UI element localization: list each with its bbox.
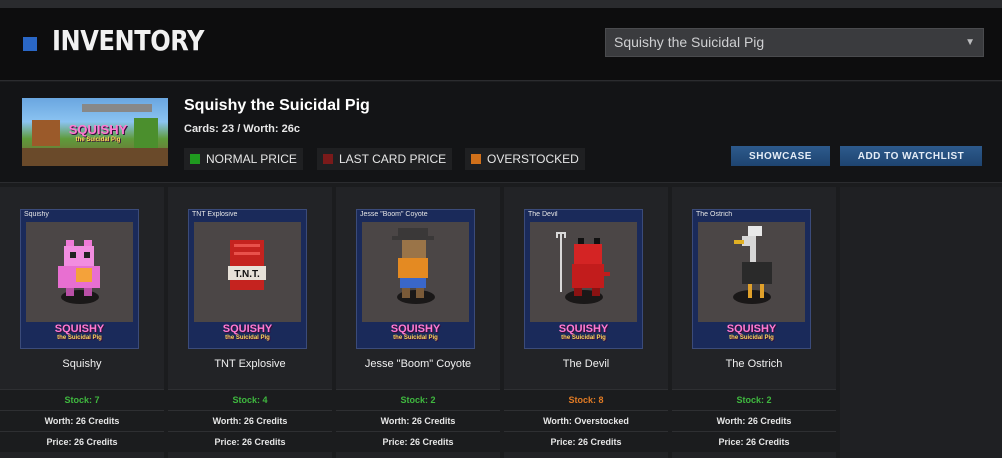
red-swatch-icon [323, 154, 333, 164]
card-the-devil[interactable]: The Devil SQUISHY the Suicidal Pig The D… [504, 187, 668, 458]
card-stock: Stock: 2 [336, 389, 500, 410]
card-art: The Devil SQUISHY the Suicidal Pig [524, 209, 643, 349]
card-the-ostrich[interactable]: The Ostrich SQUISHY the Suicidal Pig The … [672, 187, 836, 458]
legend-normal-price: NORMAL PRICE [184, 148, 303, 170]
card-art: Jesse "Boom" Coyote SQUISHY the Suicidal … [356, 209, 475, 349]
card-price: Price: 26 Credits [168, 431, 332, 452]
card-stock: Stock: 4 [168, 389, 332, 410]
page-title: INVENTORY [52, 24, 205, 57]
card-tnt-explosive[interactable]: TNT Explosive T.N.T. SQUISHY the Suicidal… [168, 187, 332, 458]
card-squishy[interactable]: Squishy SQUISHY the Suicidal Pig Squishy … [0, 187, 164, 458]
game-select-value: Squishy the Suicidal Pig [614, 34, 765, 50]
tnt-icon: T.N.T. [228, 240, 266, 290]
card-stock: Stock: 8 [504, 389, 668, 410]
ostrich-icon [734, 226, 772, 298]
title-square-icon [23, 37, 37, 51]
add-to-watchlist-button[interactable]: ADD TO WATCHLIST [840, 146, 982, 166]
devil-icon [556, 232, 610, 296]
card-price: Price: 26 Credits [336, 431, 500, 452]
orange-swatch-icon [471, 154, 481, 164]
coyote-icon [392, 228, 434, 298]
top-strip [0, 0, 1002, 8]
legend-overstocked: OVERSTOCKED [465, 148, 585, 170]
card-logo: SQUISHY the Suicidal Pig [558, 323, 609, 341]
card-name: The Ostrich [725, 358, 783, 370]
card-logo: SQUISHY the Suicidal Pig [390, 323, 441, 341]
card-name: The Devil [562, 358, 610, 370]
game-banner-image: SQUISHY the Suicidal Pig [22, 98, 168, 166]
card-art: The Ostrich SQUISHY the Suicidal Pig [692, 209, 811, 349]
card-jesse-boom-coyote[interactable]: Jesse "Boom" Coyote SQUISHY the Suicidal … [336, 187, 500, 458]
showcase-button[interactable]: SHOWCASE [731, 146, 830, 166]
card-price: Price: 26 Credits [0, 431, 164, 452]
pig-icon [58, 240, 100, 296]
card-worth: Worth: 26 Credits [0, 410, 164, 431]
card-logo: SQUISHY the Suicidal Pig [222, 323, 273, 341]
cards-worth-summary: Cards: 23 / Worth: 26c [184, 123, 300, 135]
card-logo: SQUISHY the Suicidal Pig [726, 323, 777, 341]
card-name: Squishy [62, 358, 102, 370]
card-logo: SQUISHY the Suicidal Pig [54, 323, 105, 341]
tnt-label: T.N.T. [234, 269, 260, 280]
card-stock: Stock: 7 [0, 389, 164, 410]
legend-last-card-price: LAST CARD PRICE [317, 148, 453, 170]
card-price: Price: 26 Credits [672, 431, 836, 452]
card-worth: Worth: 26 Credits [336, 410, 500, 431]
card-price: Price: 26 Credits [504, 431, 668, 452]
inventory-header: INVENTORY Squishy the Suicidal Pig ▼ [0, 8, 1002, 81]
card-name: Jesse "Boom" Coyote [364, 358, 472, 370]
game-select-dropdown[interactable]: Squishy the Suicidal Pig ▼ [605, 28, 984, 57]
chevron-down-icon: ▼ [965, 37, 975, 48]
card-grid: Squishy SQUISHY the Suicidal Pig Squishy … [0, 187, 1002, 458]
game-info-panel: SQUISHY the Suicidal Pig Squishy the Sui… [0, 82, 1002, 183]
game-title: Squishy the Suicidal Pig [184, 97, 370, 114]
card-worth: Worth: 26 Credits [168, 410, 332, 431]
card-art: Squishy SQUISHY the Suicidal Pig [20, 209, 139, 349]
card-worth: Worth: Overstocked [504, 410, 668, 431]
card-worth: Worth: 26 Credits [672, 410, 836, 431]
card-empty-slot [840, 187, 1002, 458]
banner-logo: SQUISHY the Suicidal Pig [68, 122, 128, 143]
card-name: TNT Explosive [214, 358, 286, 370]
card-art: TNT Explosive T.N.T. SQUISHY the Suicidal… [188, 209, 307, 349]
card-stock: Stock: 2 [672, 389, 836, 410]
green-swatch-icon [190, 154, 200, 164]
